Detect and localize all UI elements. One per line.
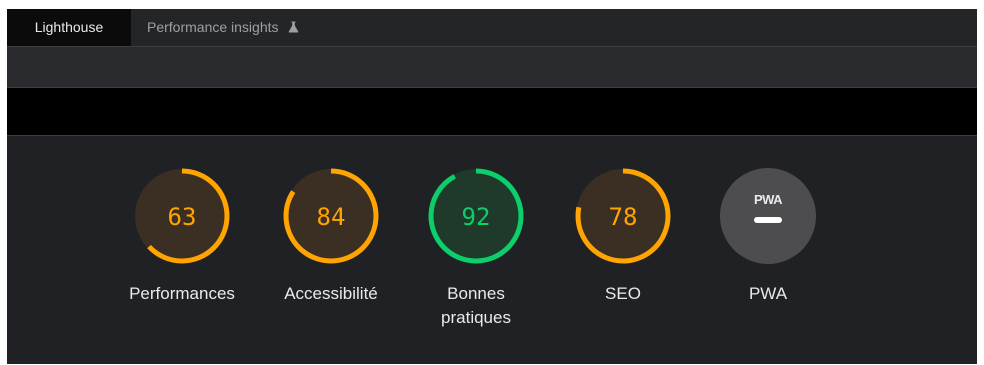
gauge-seo-label: SEO <box>605 284 641 303</box>
tab-performance-insights-label: Performance insights <box>147 19 279 35</box>
gauge-performance-score: 63 <box>168 203 197 231</box>
toolbar <box>7 47 977 88</box>
gauge-accessibility-score: 84 <box>317 203 346 231</box>
gauge-best-practices-score: 92 <box>462 203 491 231</box>
report-topbar <box>7 88 977 136</box>
gauge-seo[interactable]: 78 SEO <box>548 165 698 306</box>
pwa-badge-icon: PWA <box>720 168 816 264</box>
gauge-pwa-label: PWA <box>748 284 788 303</box>
gauge-best-practices[interactable]: 92 Bonnes pratiques <box>401 165 551 330</box>
gauge-performance[interactable]: 63 Performances <box>107 165 257 306</box>
gauge-seo-score: 78 <box>609 203 638 231</box>
tab-lighthouse-label: Lighthouse <box>34 19 104 35</box>
flask-icon <box>288 10 299 47</box>
score-gauges: 63 Performances 84 Accessibilité 92 Bonn… <box>7 137 977 364</box>
tab-performance-insights[interactable]: Performance insights <box>147 9 299 46</box>
gauge-best-practices-ring: 92 <box>428 168 524 264</box>
tab-lighthouse[interactable]: Lighthouse <box>7 9 131 46</box>
gauge-accessibility-ring: 84 <box>283 168 379 264</box>
pwa-badge-text: PWA <box>754 192 783 207</box>
gauge-accessibility-label: Accessibilité <box>284 284 378 303</box>
gauge-performance-label: Performances <box>129 284 235 303</box>
gauge-accessibility[interactable]: 84 Accessibilité <box>256 165 406 306</box>
gauge-seo-ring: 78 <box>575 168 671 264</box>
gauge-performance-ring: 63 <box>134 168 230 264</box>
devtools-window: Lighthouse Performance insights 63 Perfo… <box>7 9 977 364</box>
gauge-pwa[interactable]: PWA PWA <box>693 165 843 306</box>
gauge-best-practices-label: Bonnes pratiques <box>441 284 511 327</box>
panel-tabbar: Lighthouse Performance insights <box>7 9 977 47</box>
